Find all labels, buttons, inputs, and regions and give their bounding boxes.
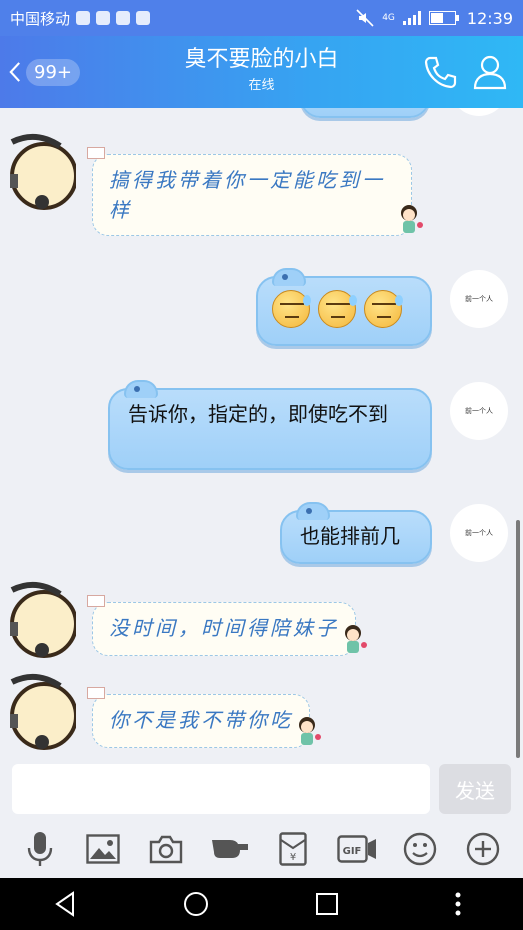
carrier-label: 中国移动 bbox=[10, 9, 71, 28]
chat-title[interactable]: 臭不要脸的小白 bbox=[130, 46, 393, 74]
face-notification-icon bbox=[116, 11, 131, 25]
more-vertical-icon bbox=[455, 892, 461, 916]
hand-notification-icon bbox=[136, 11, 151, 25]
battery-icon bbox=[428, 11, 459, 25]
chevron-left-icon bbox=[9, 62, 20, 82]
svg-text:GIF: GIF bbox=[342, 846, 361, 857]
friend-avatar[interactable] bbox=[6, 672, 78, 750]
nav-back-button[interactable] bbox=[45, 884, 85, 924]
plus-icon[interactable] bbox=[463, 829, 503, 869]
unread-badge: 99+ bbox=[26, 58, 80, 86]
red-packet-icon[interactable]: ¥ bbox=[273, 829, 313, 869]
friend-avatar[interactable] bbox=[6, 132, 78, 210]
app-notification-icon bbox=[76, 11, 91, 25]
emoji-message[interactable] bbox=[256, 268, 432, 346]
friend-avatar[interactable] bbox=[6, 580, 78, 658]
poke-icon[interactable] bbox=[210, 829, 250, 869]
call-button[interactable] bbox=[420, 52, 460, 92]
scrollbar[interactable] bbox=[516, 520, 520, 758]
send-button[interactable]: 发送 bbox=[439, 764, 511, 814]
phone-icon bbox=[424, 56, 457, 89]
stamp-icon bbox=[87, 147, 105, 159]
chat-header: 99+ 臭不要脸的小白 在线 bbox=[0, 36, 523, 108]
nav-recents-button[interactable] bbox=[307, 884, 347, 924]
stamp-icon bbox=[87, 687, 105, 699]
message-bubble[interactable]: 告诉你，指定的，即使吃不到 bbox=[108, 380, 432, 470]
girl-sticker-icon bbox=[299, 717, 321, 745]
my-avatar[interactable] bbox=[450, 108, 508, 116]
square-recents-icon bbox=[315, 893, 338, 915]
user-icon bbox=[473, 55, 507, 90]
sweat-face-icon bbox=[364, 290, 403, 328]
girl-sticker-icon bbox=[401, 205, 423, 233]
partial-message bbox=[300, 108, 430, 118]
girl-sticker-icon bbox=[345, 625, 367, 653]
message-text: 搞得我带着你一定能吃到一样 bbox=[109, 168, 385, 222]
my-avatar[interactable]: 前一个人 bbox=[450, 504, 508, 562]
circle-home-icon bbox=[184, 892, 209, 916]
online-status: 在线 bbox=[248, 78, 275, 93]
image-icon[interactable] bbox=[83, 829, 123, 869]
message-bubble[interactable]: 你不是我不带你吃 bbox=[87, 687, 321, 748]
bubble-ear bbox=[296, 502, 330, 520]
stamp-icon bbox=[87, 595, 105, 607]
message-text: 告诉你，指定的，即使吃不到 bbox=[128, 402, 388, 426]
status-bar: 中国移动 4G 12:39 bbox=[0, 0, 523, 36]
message-bubble[interactable]: 没时间，时间得陪妹子 bbox=[87, 595, 367, 656]
nav-menu-button[interactable] bbox=[438, 884, 478, 924]
network-type: 4G bbox=[382, 13, 395, 23]
message-text: 没时间，时间得陪妹子 bbox=[109, 616, 339, 640]
input-bar: 发送 bbox=[0, 760, 523, 820]
emoji-icon[interactable] bbox=[400, 829, 440, 869]
bubble-ear bbox=[272, 268, 306, 286]
nav-home-button[interactable] bbox=[176, 884, 216, 924]
my-avatar[interactable]: 前一个人 bbox=[450, 382, 508, 440]
my-avatar[interactable]: 前一个人 bbox=[450, 270, 508, 328]
triangle-back-icon bbox=[55, 891, 75, 917]
mute-icon bbox=[356, 9, 374, 27]
cloud-notification-icon bbox=[96, 11, 111, 25]
signal-icon bbox=[402, 11, 421, 25]
system-nav-bar bbox=[0, 878, 523, 930]
my-avatar-text: 前一个人 bbox=[465, 407, 493, 415]
profile-button[interactable] bbox=[470, 52, 510, 92]
clock: 12:39 bbox=[466, 8, 513, 28]
my-avatar-text: 前一个人 bbox=[465, 529, 493, 537]
mic-icon[interactable] bbox=[20, 829, 60, 869]
message-bubble[interactable]: 搞得我带着你一定能吃到一样 bbox=[87, 147, 423, 236]
sweat-face-icon bbox=[318, 290, 357, 328]
message-input[interactable] bbox=[12, 764, 430, 814]
message-list[interactable]: 搞得我带着你一定能吃到一样 前一个人 告诉你，指定的，即使吃不到 前一个人 也能… bbox=[0, 108, 523, 760]
bubble-ear bbox=[124, 380, 158, 398]
sweat-face-icon bbox=[272, 290, 311, 328]
message-bubble[interactable]: 也能排前几 bbox=[280, 502, 432, 564]
message-text: 也能排前几 bbox=[300, 524, 400, 548]
svg-text:¥: ¥ bbox=[290, 852, 296, 863]
camera-icon[interactable] bbox=[146, 829, 186, 869]
input-toolbar: ¥ GIF bbox=[0, 820, 523, 878]
message-text: 你不是我不带你吃 bbox=[109, 708, 293, 732]
gif-icon[interactable]: GIF bbox=[336, 829, 377, 869]
my-avatar-text: 前一个人 bbox=[465, 295, 493, 303]
back-button[interactable]: 99+ bbox=[8, 54, 80, 90]
